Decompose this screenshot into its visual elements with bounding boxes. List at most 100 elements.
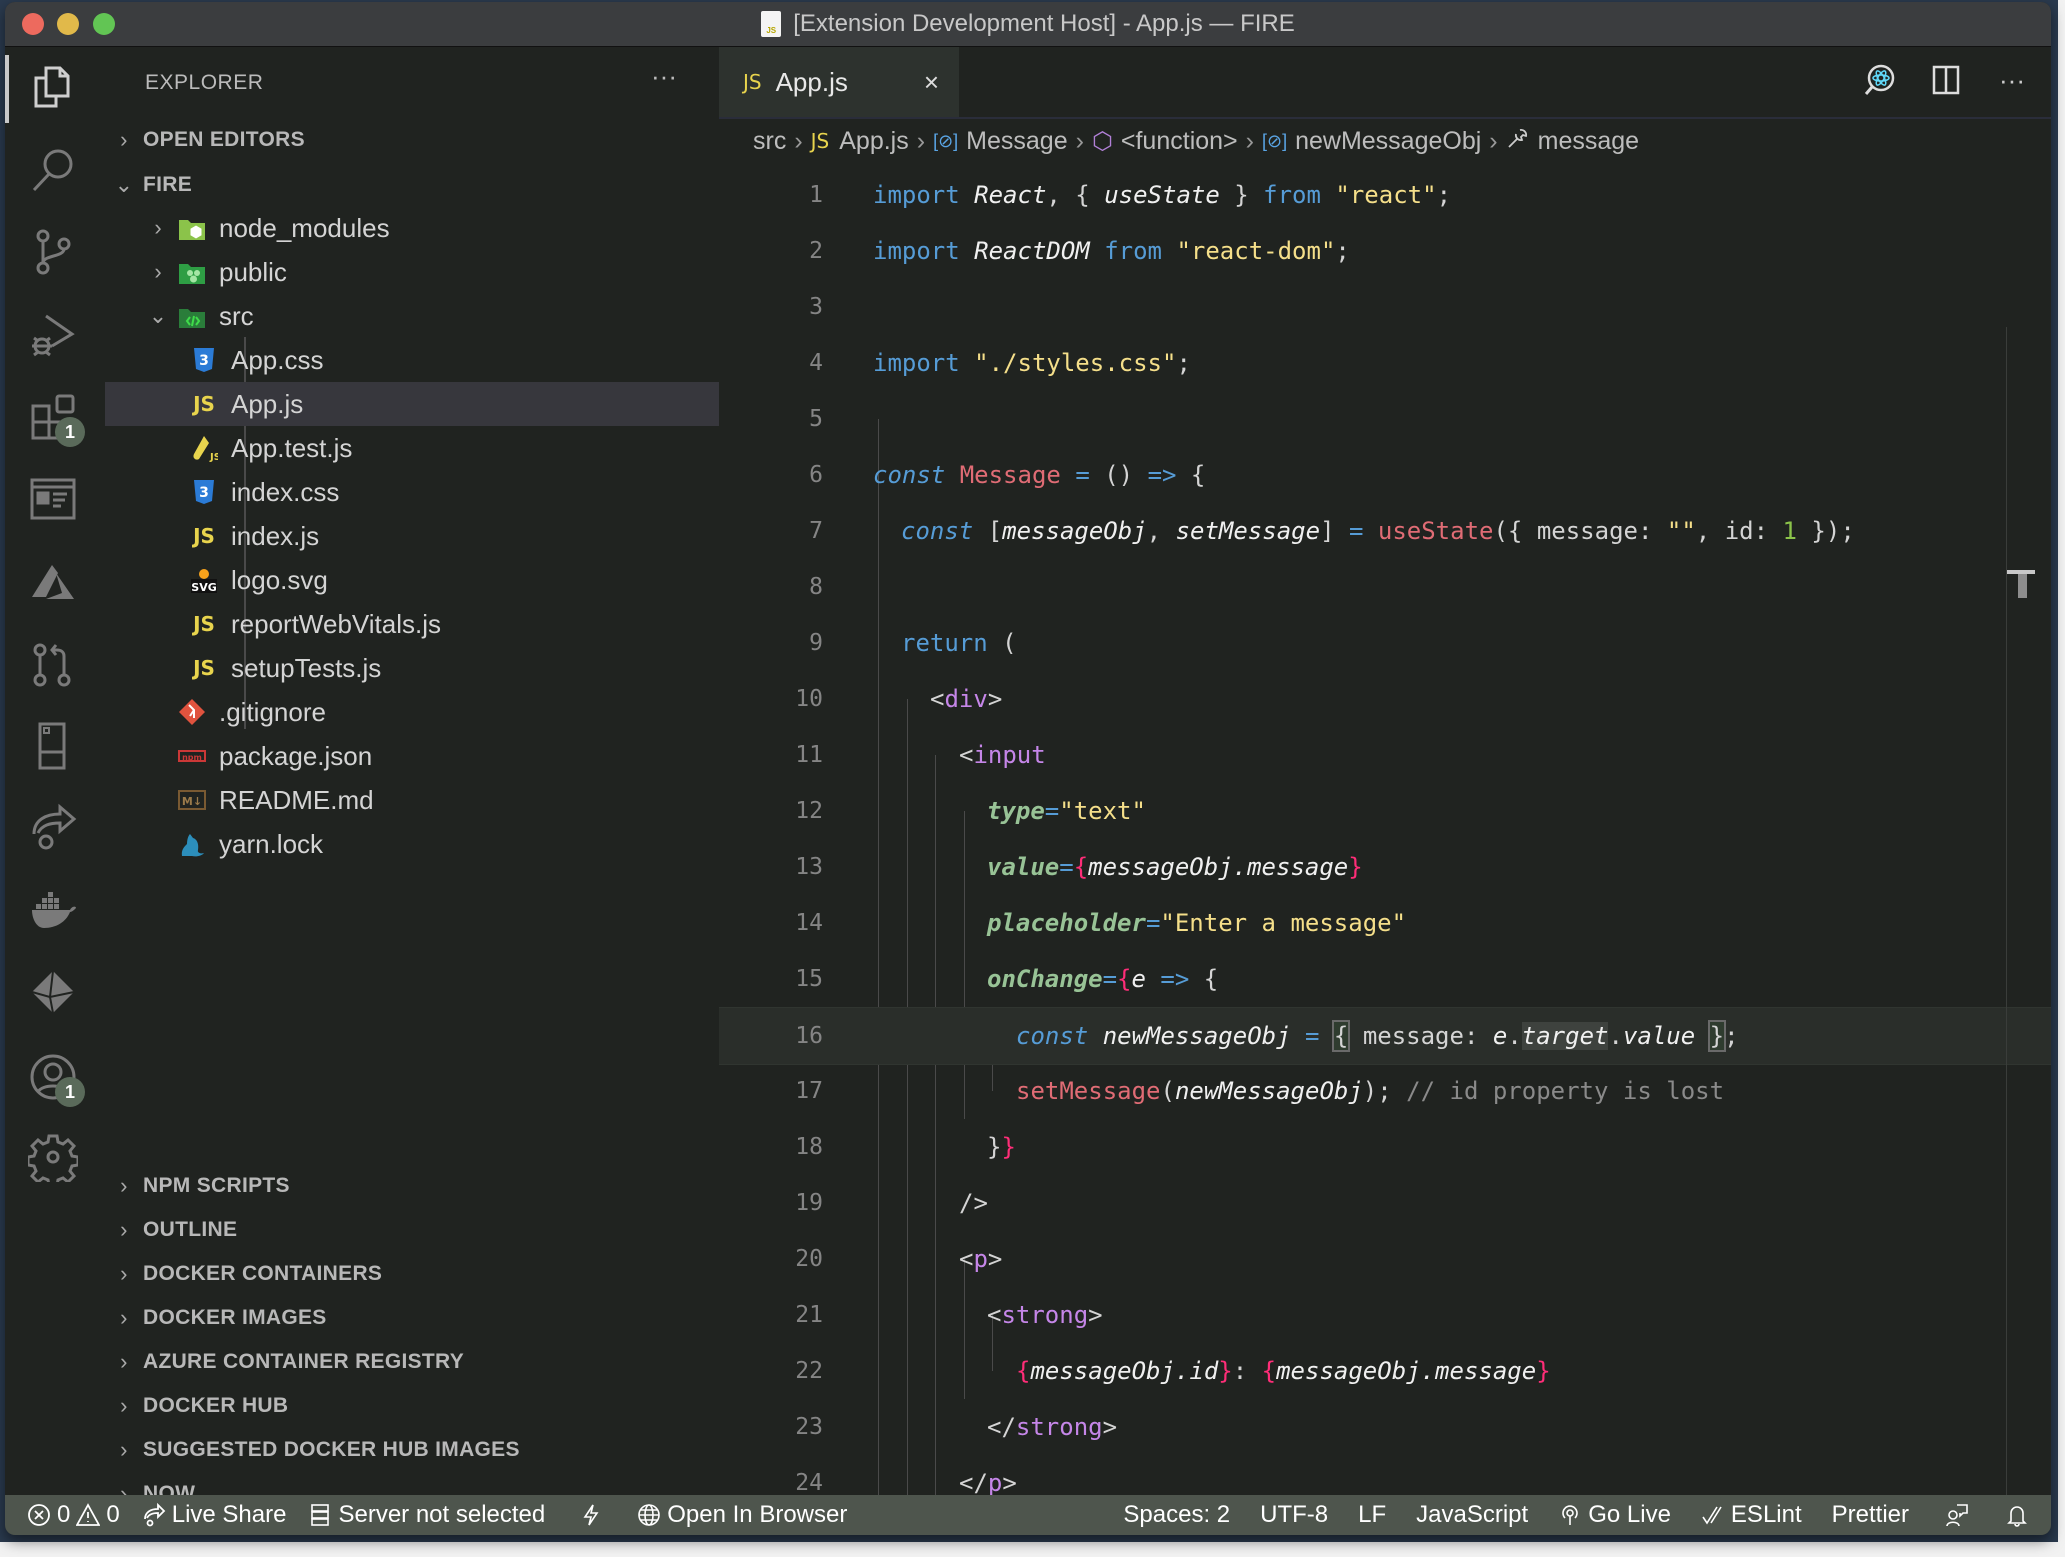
go-live-status[interactable]: Go Live (1558, 1501, 1671, 1529)
tree-item-package-json[interactable]: npm package.json (105, 734, 719, 778)
vscode-window: JS [Extension Development Host] - App.js… (5, 2, 2051, 1535)
azure-icon[interactable] (23, 552, 83, 612)
live-share-icon[interactable] (23, 797, 83, 857)
eslint-status[interactable]: ESLint (1701, 1501, 1802, 1529)
tree-item-report-web-vitals-js[interactable]: JS reportWebVitals.js (105, 602, 719, 646)
tree-item-app-css[interactable]: 3 App.css (105, 338, 719, 382)
tree-item-label: App.css (231, 344, 324, 375)
accounts-icon[interactable]: 1 (23, 1047, 85, 1107)
problems-status[interactable]: 0 0 (27, 1501, 120, 1529)
section-docker-containers[interactable]: › DOCKER CONTAINERS (113, 1254, 382, 1294)
split-editor-icon[interactable] (1927, 61, 1965, 99)
accounts-badge: 1 (55, 1077, 85, 1107)
tree-item-label: .gitignore (219, 696, 326, 727)
language-mode-status[interactable]: JavaScript (1416, 1501, 1528, 1529)
section-docker-images[interactable]: › DOCKER IMAGES (113, 1298, 327, 1338)
extensions-badge: 1 (55, 417, 85, 447)
breadcrumb-function[interactable]: <function> (1121, 127, 1238, 156)
line-number: 6 (809, 462, 823, 488)
tree-item-node-modules[interactable]: › node_modules (105, 206, 719, 250)
breadcrumb-message[interactable]: Message (966, 127, 1067, 156)
tree-item-label: App.js (231, 388, 304, 419)
server-status[interactable]: Server not selected (308, 1501, 545, 1529)
section-fire[interactable]: ⌄ FIRE (113, 165, 192, 205)
explorer-icon[interactable] (23, 57, 83, 117)
chevron-right-icon: › (120, 1173, 128, 1198)
js-file-icon: JS (193, 656, 215, 680)
git-file-icon (177, 697, 207, 727)
line-number: 17 (795, 1078, 823, 1104)
test-js-file-icon: JS (189, 433, 219, 463)
tree-item-gitignore[interactable]: .gitignore (105, 690, 719, 734)
chevron-down-icon: ⌄ (114, 172, 134, 197)
pull-requests-icon[interactable] (23, 635, 83, 695)
section-azure-container-registry[interactable]: › AZURE CONTAINER REGISTRY (113, 1342, 464, 1382)
code-line: 5 (719, 391, 2051, 447)
code-editor[interactable]: 1 import React, { useState } from "react"… (719, 167, 2051, 1535)
tree-item-label: index.css (231, 476, 340, 507)
code-line: 18}} (719, 1119, 2051, 1175)
tab-app-js[interactable]: JS App.js × (719, 47, 959, 117)
eol-status[interactable]: LF (1358, 1501, 1386, 1529)
tree-item-app-js[interactable]: JS App.js (105, 382, 719, 426)
tree-item-index-css[interactable]: 3 index.css (105, 470, 719, 514)
section-npm-scripts[interactable]: › NPM SCRIPTS (113, 1166, 290, 1206)
js-file-icon: JS (193, 524, 215, 548)
lightning-status[interactable] (579, 1503, 603, 1527)
line-content: }} (987, 1133, 1016, 1161)
tree-item-index-js[interactable]: JS index.js (105, 514, 719, 558)
breadcrumb-file[interactable]: App.js (839, 127, 908, 156)
indentation-status[interactable]: Spaces: 2 (1123, 1501, 1230, 1529)
tree-item-label: setupTests.js (231, 652, 382, 683)
open-in-browser-status[interactable]: Open In Browser (637, 1501, 847, 1529)
language-label: JavaScript (1416, 1501, 1529, 1528)
breadcrumb-message-prop[interactable]: message (1538, 127, 1639, 156)
encoding-status[interactable]: UTF-8 (1260, 1501, 1328, 1529)
chevron-right-icon: › (120, 1437, 128, 1462)
notifications-status[interactable] (2005, 1503, 2029, 1527)
section-label: AZURE CONTAINER REGISTRY (143, 1350, 465, 1373)
code-line: 6 const Message = () => { (719, 447, 2051, 503)
section-docker-hub[interactable]: › DOCKER HUB (113, 1386, 288, 1426)
word-highlight: target (1521, 1022, 1609, 1050)
line-content: return ( (901, 629, 1017, 657)
docker-icon[interactable] (23, 879, 83, 939)
line-content: </strong> (987, 1413, 1118, 1441)
chevron-right-icon: › (120, 1305, 128, 1330)
breadcrumb-src[interactable]: src (753, 127, 786, 156)
tree-item-app-test-js[interactable]: JS App.test.js (105, 426, 719, 470)
prettier-status[interactable]: Prettier (1832, 1501, 1909, 1529)
line-number: 19 (795, 1190, 823, 1216)
source-control-icon[interactable] (23, 222, 83, 282)
react-search-icon[interactable] (1861, 61, 1899, 99)
svg-text:3: 3 (199, 485, 209, 501)
live-share-status[interactable]: Live Share (142, 1501, 286, 1529)
tree-item-setup-tests-js[interactable]: JS setupTests.js (105, 646, 719, 690)
line-content: </p> (959, 1469, 1017, 1497)
code-line: 8 (719, 559, 2051, 615)
run-debug-icon[interactable] (23, 305, 83, 365)
vertical-scrollbar[interactable] (2006, 327, 2035, 1495)
settings-gear-icon[interactable] (23, 1127, 83, 1187)
search-icon[interactable] (23, 139, 83, 199)
netlify-icon[interactable] (23, 962, 83, 1022)
section-suggested-docker-hub-images[interactable]: › SUGGESTED DOCKER HUB IMAGES (113, 1430, 520, 1470)
section-outline[interactable]: › OUTLINE (113, 1210, 237, 1250)
more-actions-icon[interactable]: ··· (651, 61, 677, 92)
extensions-icon[interactable]: 1 (23, 387, 85, 447)
remote-explorer-icon[interactable] (23, 715, 83, 775)
browser-preview-icon[interactable] (23, 469, 83, 529)
tree-item-public[interactable]: › public (105, 250, 719, 294)
breadcrumb-new-message-obj[interactable]: newMessageObj (1295, 127, 1481, 156)
tree-item-logo-svg[interactable]: SVG logo.svg (105, 558, 719, 602)
tree-item-src[interactable]: ⌄ src (105, 294, 719, 338)
tree-item-yarn-lock[interactable]: yarn.lock (105, 822, 719, 866)
close-tab-icon[interactable]: × (924, 67, 939, 98)
more-actions-icon[interactable]: ··· (1993, 61, 2031, 99)
code-line: 14 placeholder="Enter a message" (719, 895, 2051, 951)
line-content: {messageObj.id}: {messageObj.message} (1016, 1357, 1551, 1385)
section-open-editors[interactable]: › OPEN EDITORS (113, 120, 305, 160)
section-label: NPM SCRIPTS (143, 1174, 290, 1197)
feedback-status[interactable] (1945, 1503, 1969, 1527)
tree-item-readme-md[interactable]: M↓ README.md (105, 778, 719, 822)
